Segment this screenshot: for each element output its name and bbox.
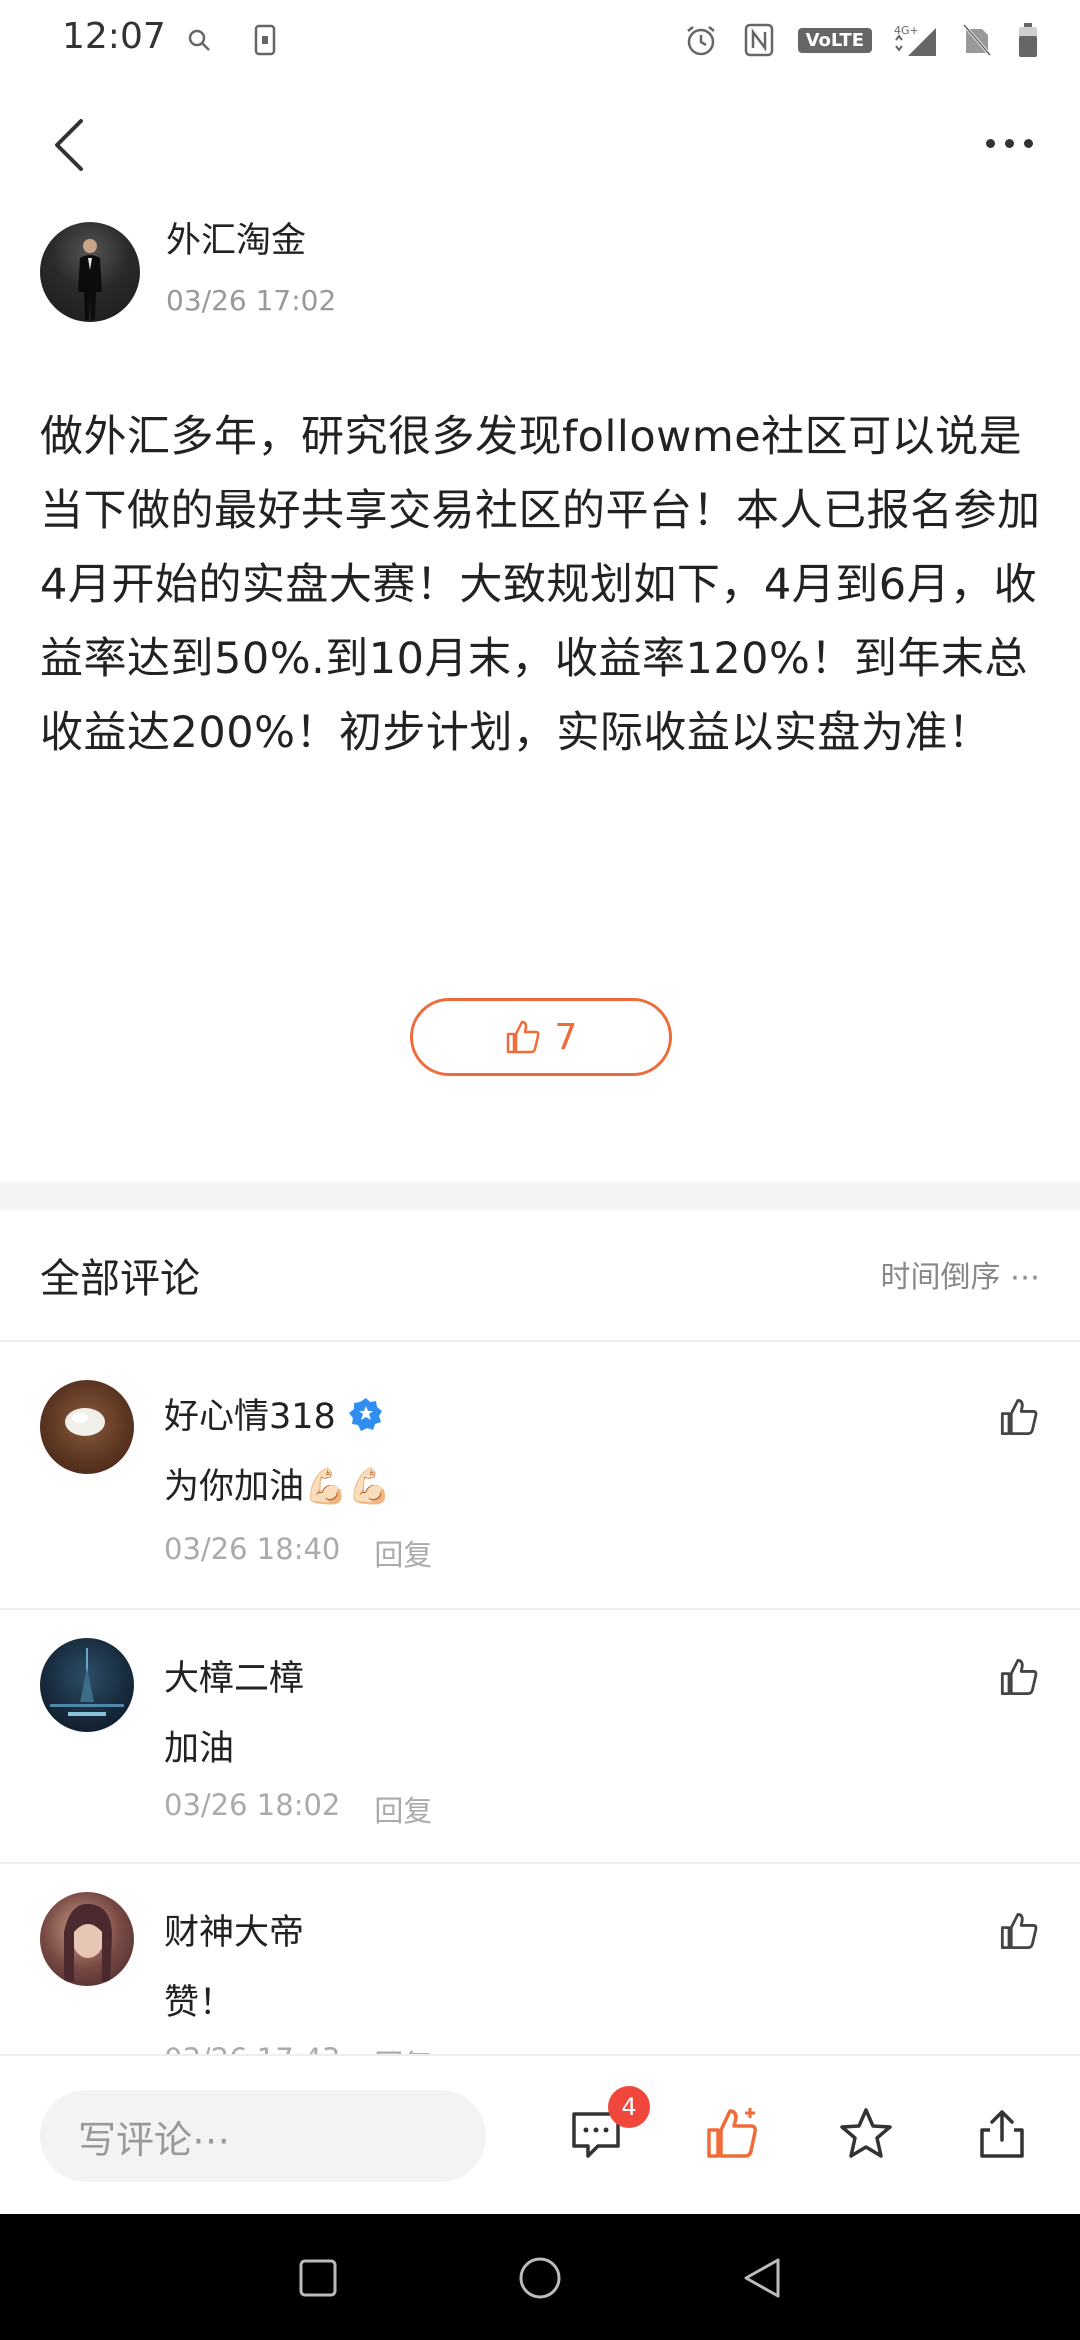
comment-like-button[interactable] (994, 1906, 1044, 1956)
like-button[interactable] (700, 2102, 764, 2166)
comment-item: 大樟二樟 加油 03/26 18:02 回复 (0, 1610, 1080, 1866)
reply-button[interactable]: 回复 (374, 2042, 432, 2054)
thumb-up-icon (506, 1020, 540, 1054)
post-content: 做外汇多年，研究很多发现followme社区可以说是当下做的最好共享交易社区的平… (40, 412, 1041, 758)
comment-time: 03/26 18:02 (164, 1788, 341, 1822)
status-time: 12:07 (62, 16, 166, 57)
comment-input[interactable]: 写评论⋯ (40, 2090, 486, 2182)
comment-text: 为你加油💪🏻💪🏻 (164, 1467, 392, 1507)
search-icon (180, 20, 218, 60)
status-bar: 12:07 VoLTE 4G+ (0, 0, 1080, 80)
reply-button[interactable]: 回复 (374, 1532, 432, 1574)
system-nav-bar (0, 2214, 1080, 2340)
thumb-up-icon (707, 2108, 757, 2158)
bottom-action-bar: 写评论⋯ 4 (0, 2054, 1080, 2214)
commenter-avatar[interactable] (40, 1892, 134, 1986)
comment-meta: 03/26 18:02 回复 (164, 1788, 432, 1830)
comment-text: 加油 (164, 1729, 235, 1769)
star-icon (840, 2108, 892, 2158)
comment-time: 03/26 18:40 (164, 1532, 341, 1566)
network-type: 4G+ (894, 24, 919, 37)
status-left-icons (180, 20, 284, 60)
share-icon (980, 2110, 1024, 2158)
share-button[interactable] (970, 2102, 1034, 2166)
comment-item: 财神大帝 赞！ 03/26 17:43 回复 (0, 1864, 1080, 2054)
comment-meta: 03/26 17:43 回复 (164, 2042, 432, 2054)
post-like-button[interactable]: 7 (410, 998, 672, 1076)
thumb-up-icon (1000, 1398, 1038, 1436)
sort-toggle[interactable]: 时间倒序 ⋯ (880, 1252, 1040, 1296)
nav-back-button[interactable] (736, 2252, 788, 2304)
verified-icon (348, 1397, 382, 1431)
comment-count-badge: 4 (608, 2086, 650, 2128)
nav-home-button[interactable] (514, 2252, 566, 2304)
comment-time: 03/26 17:43 (164, 2042, 340, 2054)
thumb-up-icon (1000, 1658, 1038, 1696)
comment-item: 好心情318 为你加油💪🏻💪🏻 03/26 18:40 回复 (0, 1340, 1080, 1610)
thumb-up-icon (1000, 1912, 1038, 1950)
comment-like-button[interactable] (994, 1652, 1044, 1702)
commenter-name[interactable]: 大樟二樟 (164, 1650, 304, 1701)
volte-indicator: VoLTE (797, 27, 872, 53)
no-sim-icon (958, 20, 996, 60)
more-button[interactable] (974, 118, 1044, 168)
like-count: 7 (554, 1016, 578, 1058)
author-name[interactable]: 外汇淘金 (166, 212, 306, 263)
back-icon (55, 119, 83, 171)
commenter-avatar[interactable] (40, 1638, 134, 1732)
reply-button[interactable]: 回复 (374, 1788, 432, 1830)
nfc-icon (740, 20, 778, 60)
nav-recents-button[interactable] (292, 2252, 344, 2304)
commenter-name[interactable]: 财神大帝 (164, 1904, 304, 1955)
back-button[interactable] (40, 110, 96, 180)
comment-like-button[interactable] (994, 1392, 1044, 1442)
more-icon (985, 138, 995, 148)
comments-button[interactable]: 4 (564, 2086, 650, 2166)
commenter-avatar[interactable] (40, 1380, 134, 1474)
status-right-icons: VoLTE 4G+ (682, 20, 1040, 60)
comments-title: 全部评论 (40, 1256, 200, 1302)
post-time: 03/26 17:02 (166, 284, 337, 317)
author-avatar[interactable] (40, 222, 140, 322)
nav-back-icon (744, 2258, 780, 2298)
nav-home-icon (519, 2257, 561, 2299)
phone-icon (246, 20, 284, 60)
comment-text: 赞！ (164, 1983, 235, 2023)
signal-icon: 4G+ (892, 20, 938, 60)
alarm-icon (682, 20, 720, 60)
favorite-button[interactable] (834, 2102, 898, 2166)
nav-recents-icon (299, 2259, 337, 2297)
comment-meta: 03/26 18:40 回复 (164, 1532, 432, 1574)
battery-icon (1016, 20, 1040, 60)
commenter-name[interactable]: 好心情318 (164, 1388, 384, 1439)
section-divider (0, 1182, 1080, 1210)
